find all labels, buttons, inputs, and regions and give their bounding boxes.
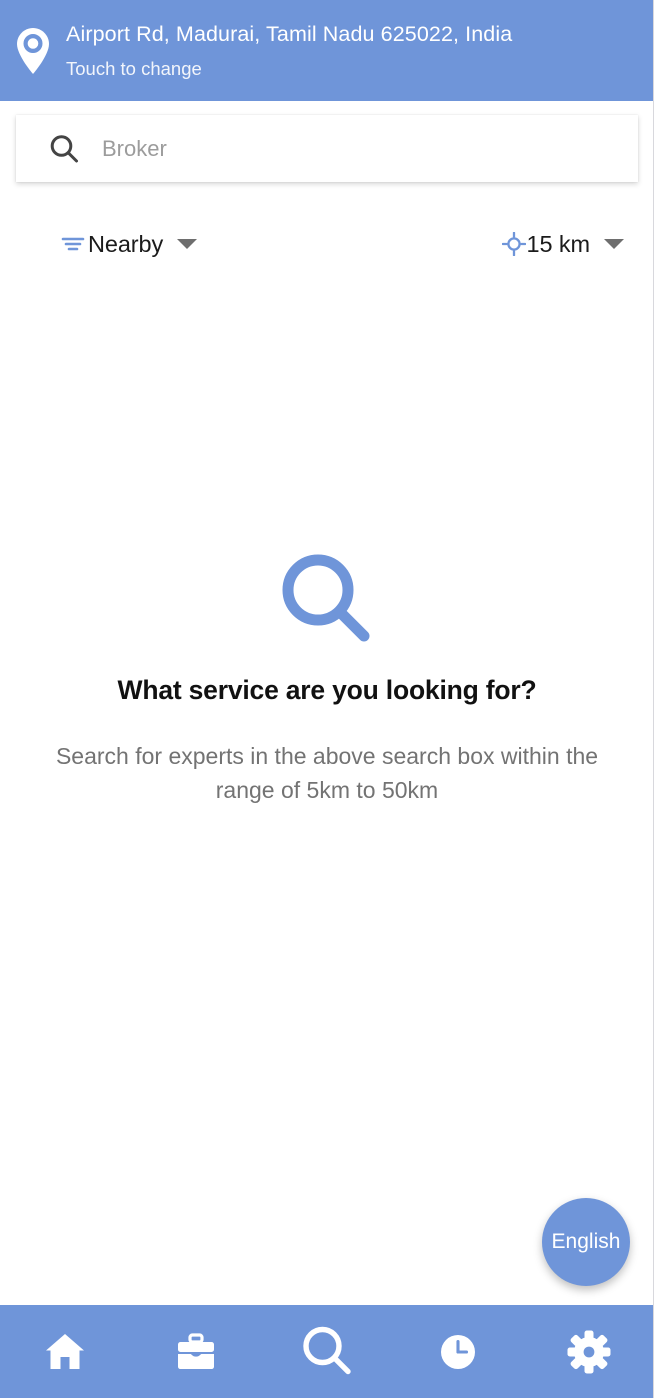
search-input[interactable] <box>102 136 602 162</box>
empty-state-title: What service are you looking for? <box>118 675 537 706</box>
chevron-down-icon <box>604 239 624 249</box>
search-icon <box>47 132 81 166</box>
empty-state: What service are you looking for? Search… <box>0 548 654 807</box>
radius-filter-dropdown[interactable]: 15 km <box>502 222 625 266</box>
chevron-down-icon <box>177 239 197 249</box>
sort-filter-label: Nearby <box>88 231 163 258</box>
briefcase-icon <box>174 1332 218 1372</box>
nav-item-history[interactable] <box>392 1305 523 1398</box>
nav-item-settings[interactable] <box>523 1305 654 1398</box>
search-icon <box>297 1322 357 1382</box>
radius-filter-label: 15 km <box>527 231 591 258</box>
gear-icon <box>566 1329 612 1375</box>
language-fab-button[interactable]: English <box>542 1198 630 1286</box>
home-icon <box>43 1331 87 1373</box>
nav-item-home[interactable] <box>0 1305 131 1398</box>
location-address: Airport Rd, Madurai, Tamil Nadu 625022, … <box>66 21 512 47</box>
nav-item-search[interactable] <box>262 1305 393 1398</box>
location-header[interactable]: Airport Rd, Madurai, Tamil Nadu 625022, … <box>0 0 654 101</box>
filter-row: Nearby 15 km <box>0 222 654 266</box>
empty-state-subtitle: Search for experts in the above search b… <box>54 739 600 807</box>
location-pin-icon <box>14 26 52 76</box>
sort-filter-dropdown[interactable]: Nearby <box>60 222 197 266</box>
nav-item-jobs[interactable] <box>131 1305 262 1398</box>
clock-icon <box>437 1331 479 1373</box>
gps-crosshair-icon <box>502 232 526 256</box>
header-text-block: Airport Rd, Madurai, Tamil Nadu 625022, … <box>66 21 512 81</box>
search-bar[interactable] <box>16 115 638 182</box>
magnifier-icon <box>273 548 381 648</box>
filter-lines-icon <box>60 231 86 257</box>
location-change-hint: Touch to change <box>66 57 512 81</box>
language-fab-label: English <box>552 1230 621 1254</box>
app-screen: Airport Rd, Madurai, Tamil Nadu 625022, … <box>0 0 654 1398</box>
bottom-navigation-bar <box>0 1305 654 1398</box>
